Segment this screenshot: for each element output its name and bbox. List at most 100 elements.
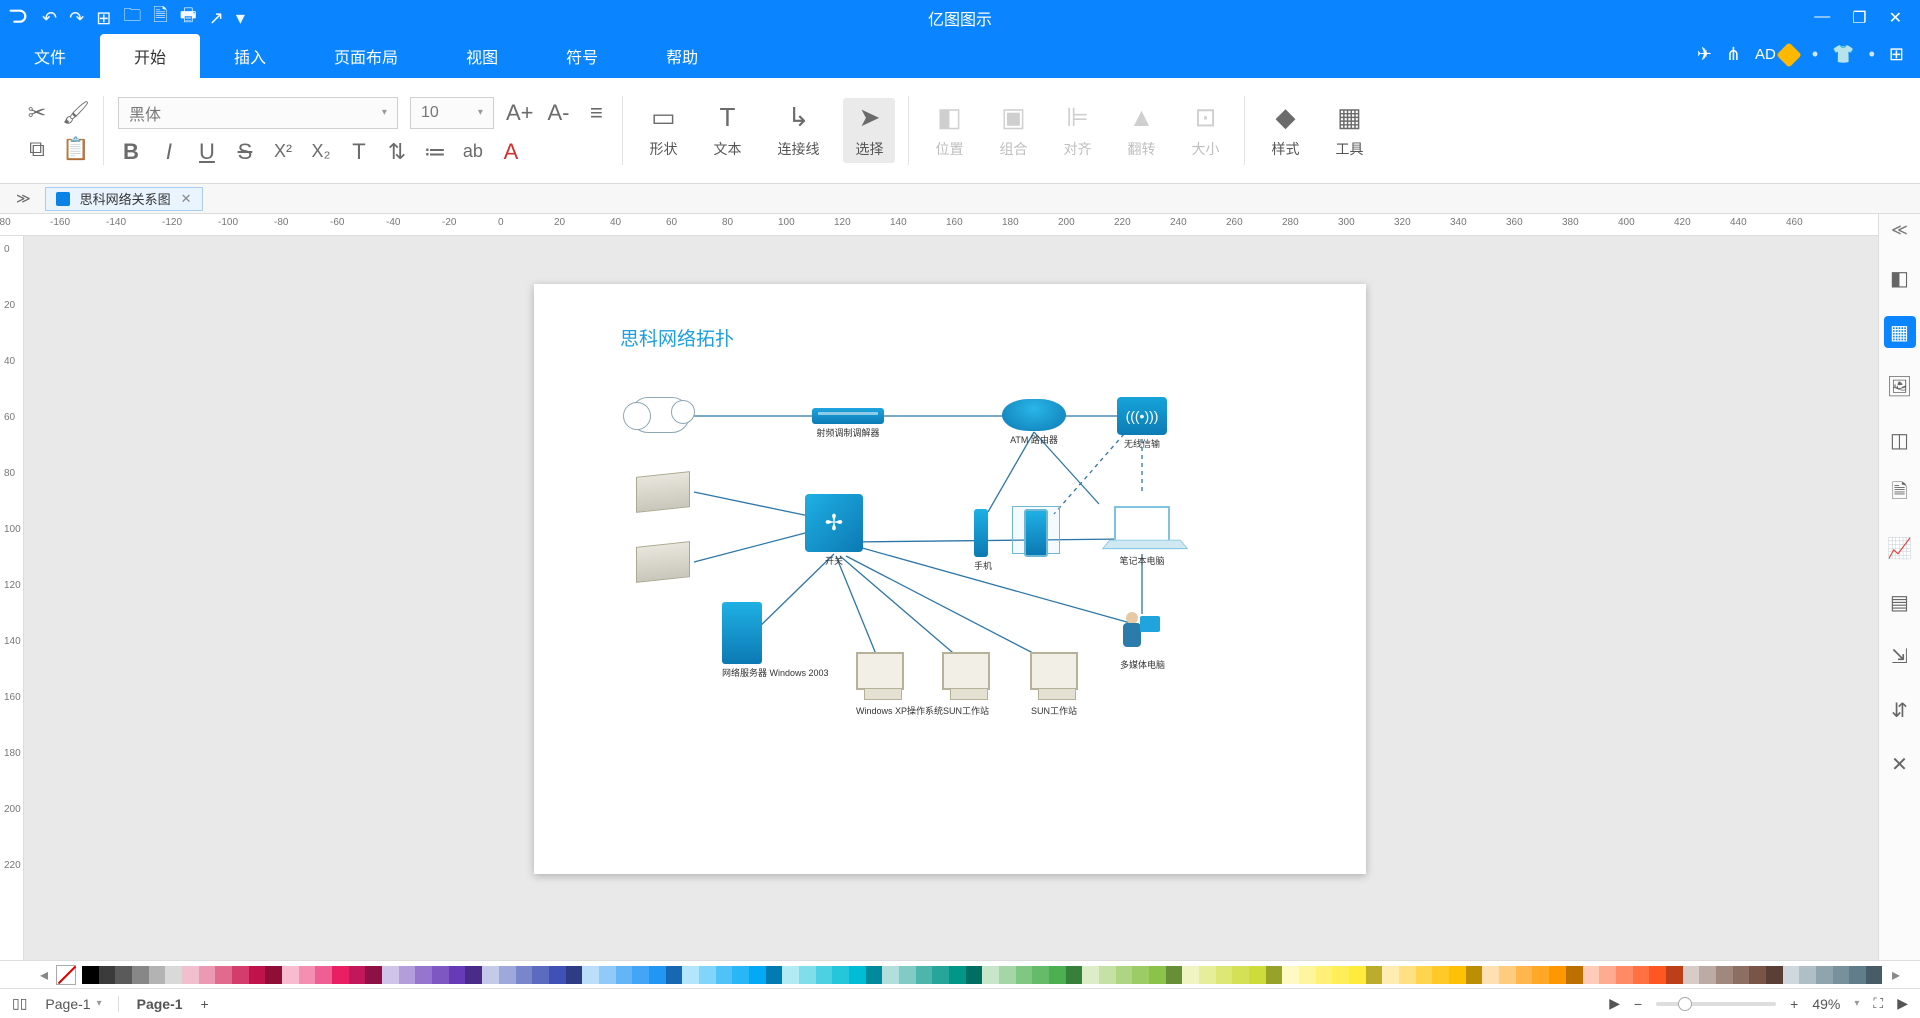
color-swatch[interactable] xyxy=(1816,966,1833,984)
color-swatch[interactable] xyxy=(832,966,849,984)
color-swatch[interactable] xyxy=(1532,966,1549,984)
color-swatch[interactable] xyxy=(766,966,783,984)
apps-icon[interactable]: ⊞ xyxy=(1889,44,1904,65)
italic-icon[interactable]: I xyxy=(156,139,182,165)
color-swatch[interactable] xyxy=(599,966,616,984)
qat-export[interactable]: ↗ xyxy=(209,8,224,29)
color-swatch[interactable] xyxy=(1399,966,1416,984)
color-swatch[interactable] xyxy=(1216,966,1233,984)
pc3-node[interactable] xyxy=(1030,652,1078,690)
color-swatch[interactable] xyxy=(1016,966,1033,984)
color-swatch[interactable] xyxy=(816,966,833,984)
color-swatch[interactable] xyxy=(1032,966,1049,984)
present-icon[interactable]: ▶ xyxy=(1897,995,1908,1012)
color-swatch[interactable] xyxy=(365,966,382,984)
color-swatch[interactable] xyxy=(1482,966,1499,984)
laptop-node[interactable] xyxy=(1114,506,1170,542)
color-swatch[interactable] xyxy=(482,966,499,984)
color-swatch[interactable] xyxy=(1432,966,1449,984)
color-swatch[interactable] xyxy=(1066,966,1083,984)
color-swatch[interactable] xyxy=(382,966,399,984)
color-swatch[interactable] xyxy=(1549,966,1566,984)
strike-icon[interactable]: S xyxy=(232,139,258,165)
color-swatch[interactable] xyxy=(282,966,299,984)
color-swatch[interactable] xyxy=(1866,966,1882,984)
color-swatch[interactable] xyxy=(465,966,482,984)
rside-table-icon[interactable]: ▤ xyxy=(1884,586,1916,618)
rotate-button[interactable]: ▲翻转 xyxy=(1115,98,1167,163)
color-swatch[interactable] xyxy=(1699,966,1716,984)
color-swatch[interactable] xyxy=(1332,966,1349,984)
color-swatch[interactable] xyxy=(1316,966,1333,984)
close-tab-icon[interactable]: ✕ xyxy=(181,191,192,207)
tab-symbol[interactable]: 符号 xyxy=(532,34,632,78)
send-icon[interactable]: ✈ xyxy=(1697,44,1712,65)
color-swatch[interactable] xyxy=(1666,966,1683,984)
color-swatch[interactable] xyxy=(882,966,899,984)
doctab-scroll-icon[interactable]: ≫ xyxy=(8,190,39,207)
color-swatch[interactable] xyxy=(1749,966,1766,984)
superscript-icon[interactable]: X² xyxy=(270,139,296,165)
text-button[interactable]: T文本 xyxy=(701,98,753,163)
share-icon[interactable]: ⋔ xyxy=(1726,44,1741,65)
color-swatch[interactable] xyxy=(1249,966,1266,984)
qat-print[interactable]: 🖶 xyxy=(180,3,197,33)
color-swatch[interactable] xyxy=(649,966,666,984)
color-swatch[interactable] xyxy=(1783,966,1800,984)
rside-shapes-icon[interactable]: ▦ xyxy=(1884,316,1916,348)
page-select[interactable]: Page-1 xyxy=(45,996,90,1012)
canvas[interactable]: 思科网络拓扑 xyxy=(24,236,1878,960)
tab-file[interactable]: 文件 xyxy=(0,34,100,78)
qat-open[interactable]: 🗀 xyxy=(123,3,141,33)
color-swatch[interactable] xyxy=(132,966,149,984)
color-swatch[interactable] xyxy=(232,966,249,984)
color-swatch[interactable] xyxy=(449,966,466,984)
storage1-node[interactable] xyxy=(636,471,690,513)
play-icon[interactable]: ▶ xyxy=(1609,995,1620,1012)
color-swatch[interactable] xyxy=(1366,966,1383,984)
rside-layers-icon[interactable]: ◫ xyxy=(1884,424,1916,456)
pc2-node[interactable] xyxy=(942,652,990,690)
color-swatch[interactable] xyxy=(299,966,316,984)
page[interactable]: 思科网络拓扑 xyxy=(534,284,1366,874)
list-icon[interactable]: ≔ xyxy=(422,139,448,165)
subscript-icon[interactable]: X₂ xyxy=(308,139,334,165)
color-swatch[interactable] xyxy=(866,966,883,984)
color-swatch[interactable] xyxy=(1733,966,1750,984)
color-swatch[interactable] xyxy=(899,966,916,984)
color-swatch[interactable] xyxy=(1649,966,1666,984)
colorbar-scroll-left[interactable]: ◂ xyxy=(40,965,48,985)
phone-node[interactable] xyxy=(974,509,988,557)
no-fill-swatch[interactable] xyxy=(56,965,76,985)
color-swatch[interactable] xyxy=(1716,966,1733,984)
group-button[interactable]: ▣组合 xyxy=(987,98,1039,163)
color-swatch[interactable] xyxy=(315,966,332,984)
color-swatch[interactable] xyxy=(1166,966,1183,984)
font-increase-icon[interactable]: A+ xyxy=(506,100,534,126)
color-swatch[interactable] xyxy=(782,966,799,984)
rside-page-icon[interactable]: 🗎 xyxy=(1884,478,1916,510)
color-swatch[interactable] xyxy=(1833,966,1850,984)
color-swatch[interactable] xyxy=(1516,966,1533,984)
theme-icon[interactable]: 👕 xyxy=(1832,44,1854,65)
tab-page-layout[interactable]: 页面布局 xyxy=(300,34,432,78)
color-swatch[interactable] xyxy=(415,966,432,984)
color-swatch[interactable] xyxy=(115,966,132,984)
color-swatch[interactable] xyxy=(182,966,199,984)
tab-view[interactable]: 视图 xyxy=(432,34,532,78)
align-button[interactable]: ⊫对齐 xyxy=(1051,98,1103,163)
tab-home[interactable]: 开始 xyxy=(100,34,200,78)
text-color-icon[interactable]: T xyxy=(346,139,372,165)
color-swatch[interactable] xyxy=(799,966,816,984)
pc1-node[interactable] xyxy=(856,652,904,690)
color-swatch[interactable] xyxy=(549,966,566,984)
storage2-node[interactable] xyxy=(636,541,690,583)
tab-insert[interactable]: 插入 xyxy=(200,34,300,78)
text-align-icon[interactable]: ≡ xyxy=(583,100,609,126)
color-swatch[interactable] xyxy=(849,966,866,984)
color-swatch[interactable] xyxy=(1049,966,1066,984)
color-swatch[interactable] xyxy=(632,966,649,984)
color-swatch[interactable] xyxy=(1132,966,1149,984)
color-swatch[interactable] xyxy=(682,966,699,984)
color-swatch[interactable] xyxy=(1799,966,1816,984)
